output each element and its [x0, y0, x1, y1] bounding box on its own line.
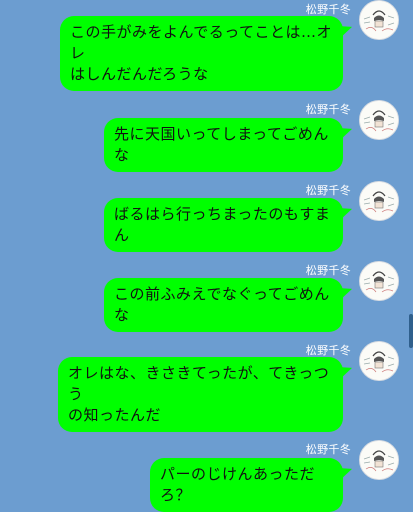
avatar[interactable] [359, 0, 399, 40]
avatar-sketch-icon [360, 182, 398, 220]
message-bubble[interactable]: パーのじけんあっただろ？ [150, 458, 343, 512]
avatar-sketch-icon [360, 262, 398, 300]
sender-name: 松野千冬 [305, 344, 351, 357]
scrollbar-thumb[interactable] [409, 314, 413, 348]
avatar[interactable] [359, 261, 399, 301]
message-bubble[interactable]: この前ふみえでなぐってごめんな [104, 278, 343, 332]
message-bubble[interactable]: オレはな、きさきてったが、てきっつう の知ったんだ [58, 357, 343, 432]
avatar[interactable] [359, 100, 399, 140]
sender-name: 松野千冬 [305, 443, 351, 456]
chat-area: 松野千冬 この手がみをよんでるってことは…オレ はしんだんだろうな 松野千冬 先… [0, 0, 413, 512]
sender-name: 松野千冬 [305, 103, 351, 116]
sender-name: 松野千冬 [305, 184, 351, 197]
avatar[interactable] [359, 181, 399, 221]
sender-name: 松野千冬 [305, 264, 351, 277]
avatar-sketch-icon [360, 342, 398, 380]
message-bubble[interactable]: ばるはら行っちまったのもすまん [104, 198, 343, 252]
message-bubble[interactable]: この手がみをよんでるってことは…オレ はしんだんだろうな [60, 16, 343, 91]
avatar-sketch-icon [360, 1, 398, 39]
sender-name: 松野千冬 [305, 3, 351, 16]
message-bubble[interactable]: 先に天国いってしまってごめんな [104, 118, 343, 172]
avatar-sketch-icon [360, 101, 398, 139]
avatar[interactable] [359, 440, 399, 480]
avatar-sketch-icon [360, 441, 398, 479]
avatar[interactable] [359, 341, 399, 381]
